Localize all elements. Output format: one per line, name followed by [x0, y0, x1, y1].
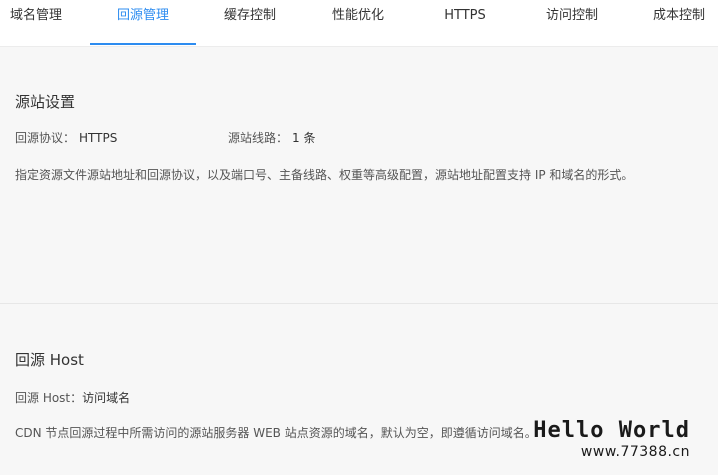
origin-protocol-label: 回源协议：	[15, 131, 76, 145]
origin-host-label: 回源 Host：	[15, 391, 83, 405]
active-tab-indicator	[90, 43, 196, 45]
origin-host-description: CDN 节点回源过程中所需访问的源站服务器 WEB 站点资源的域名，默认为空，即…	[15, 426, 537, 440]
origin-lines: 源站线路： 1 条	[228, 129, 315, 146]
origin-settings-title: 源站设置	[15, 93, 76, 111]
tab-domain-management[interactable]: 域名管理	[8, 0, 64, 46]
origin-host-section: 回源 Host 回源 Host：访问域名 CDN 节点回源过程中所需访问的源站服…	[0, 305, 718, 475]
tab-access-control[interactable]: 访问控制	[543, 0, 601, 46]
origin-host-title: 回源 Host	[15, 351, 84, 369]
tab-origin-management[interactable]: 回源管理	[90, 0, 196, 46]
tab-cost-control[interactable]: 成本控制	[650, 0, 708, 46]
origin-settings-description: 指定资源文件源站地址和回源协议，以及端口号、主备线路、权重等高级配置，源站地址配…	[15, 168, 634, 182]
tab-performance[interactable]: 性能优化	[329, 0, 387, 46]
origin-protocol: 回源协议： HTTPS	[15, 129, 117, 146]
origin-protocol-value: HTTPS	[79, 131, 118, 145]
origin-host-row: 回源 Host：访问域名	[15, 389, 130, 406]
tab-cache-control[interactable]: 缓存控制	[221, 0, 279, 46]
tab-https[interactable]: HTTPS	[442, 0, 488, 46]
content-area: 源站设置 回源协议： HTTPS 源站线路： 1 条 指定资源文件源站地址和回源协议…	[0, 47, 718, 475]
origin-settings-section: 源站设置 回源协议： HTTPS 源站线路： 1 条 指定资源文件源站地址和回源协议…	[0, 47, 718, 304]
origin-lines-value: 1 条	[292, 131, 316, 145]
origin-lines-label: 源站线路：	[228, 131, 289, 145]
origin-host-value: 访问域名	[82, 391, 131, 405]
tab-bar: 域名管理 回源管理 缓存控制 性能优化 HTTPS 访问控制 成本控制	[0, 0, 718, 47]
